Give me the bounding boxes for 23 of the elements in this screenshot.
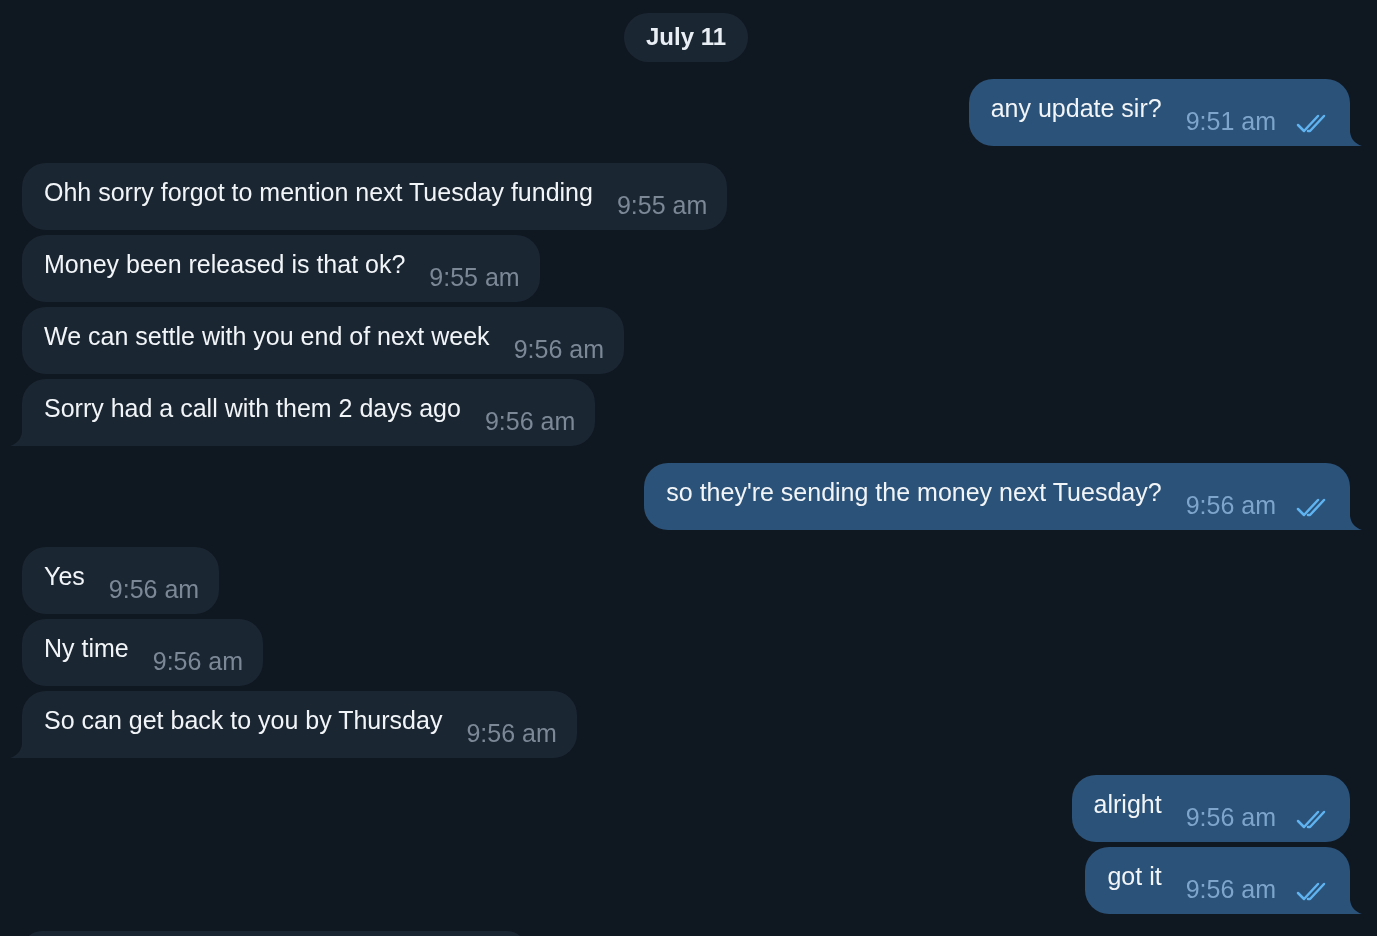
message-time: 9:56 am [1185, 803, 1276, 832]
date-badge: July 11 [623, 13, 749, 62]
message-text: Yes [44, 562, 85, 592]
message-text: Ohh sorry forgot to mention next Tuesday funding [44, 178, 593, 208]
message-time: 9:56 am [484, 407, 576, 436]
message-text: got it [1107, 862, 1162, 892]
message-text: Sorry had a call with them 2 days ago [44, 394, 461, 424]
message-time: 9:56 am [108, 575, 200, 604]
message-text: So can get back to you by Thursday [44, 706, 443, 736]
message-time: 9:56 am [513, 335, 604, 364]
message-text: Ny time [44, 634, 129, 664]
message-text: We can settle with you end of next week [44, 322, 490, 352]
message-time: 9:51 am [1185, 107, 1276, 136]
message-time: 9:56 am [466, 719, 557, 748]
message-text: alright [1093, 790, 1162, 820]
message-text: any update sir? [990, 94, 1162, 124]
message-time: 9:56 am [1185, 875, 1276, 904]
message-time: 9:55 am [429, 263, 520, 292]
message-text: Money been released is that ok? [44, 250, 406, 280]
message-time: 9:55 am [616, 191, 708, 220]
message-time: 9:56 am [1185, 491, 1276, 520]
message-text: so they're sending the money next Tuesday? [666, 478, 1162, 508]
message-time: 9:56 am [152, 647, 244, 676]
